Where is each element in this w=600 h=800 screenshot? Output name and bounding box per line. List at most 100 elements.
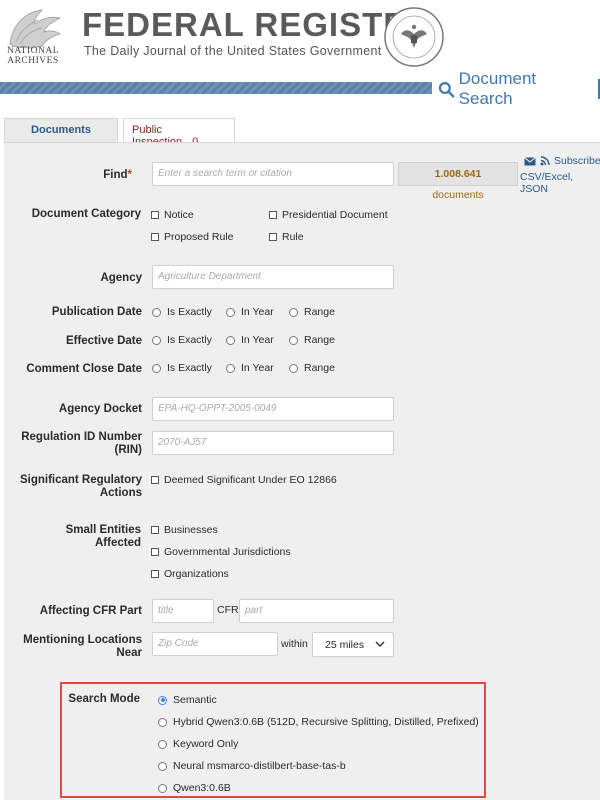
checkbox[interactable]: [151, 233, 159, 241]
comment-close-date-label: Comment Close Date: [26, 363, 142, 375]
comment-close-in-year-radio[interactable]: In Year: [226, 362, 274, 374]
effective-date-in-year-radio[interactable]: In Year: [226, 334, 274, 346]
option-label: Businesses: [164, 524, 218, 536]
checkbox[interactable]: [151, 476, 159, 484]
archives-line-1: NATIONAL: [6, 46, 60, 56]
checkbox[interactable]: [151, 211, 159, 219]
publication-date-is-exactly-radio[interactable]: Is Exactly: [152, 306, 212, 318]
radio[interactable]: [226, 307, 235, 317]
find-label: Find*: [40, 169, 132, 182]
publication-date-range-radio[interactable]: Range: [289, 306, 335, 318]
rss-icon: [540, 156, 550, 166]
federal-register-seal-icon: [384, 7, 444, 67]
option-label: Is Exactly: [167, 362, 212, 374]
document-category-label: Document Category: [31, 208, 141, 220]
archives-line-2: ARCHIVES: [7, 56, 59, 66]
option-label: Notice: [164, 209, 194, 221]
significant-label-line-2: Actions: [99, 487, 142, 499]
comment-close-range-radio[interactable]: Range: [289, 362, 335, 374]
result-count-unit: documents: [432, 189, 484, 201]
publication-date-in-year-radio[interactable]: In Year: [226, 306, 274, 318]
option-label: Proposed Rule: [164, 231, 234, 243]
distance-select[interactable]: 25 miles: [312, 632, 394, 657]
search-mode-semantic-radio[interactable]: Semantic: [158, 694, 217, 706]
radio[interactable]: [152, 307, 161, 317]
small-entities-organizations-checkbox[interactable]: Organizations: [151, 568, 229, 580]
search-mode-label: Search Mode: [68, 693, 140, 705]
option-label: Rule: [282, 231, 304, 243]
required-asterisk: *: [127, 169, 132, 181]
cfr-title-input[interactable]: title: [152, 599, 214, 623]
radio-selected[interactable]: [158, 695, 167, 705]
radio[interactable]: [158, 761, 167, 771]
category-rule-checkbox[interactable]: Rule: [269, 231, 304, 243]
radio[interactable]: [152, 335, 161, 345]
radio[interactable]: [226, 335, 235, 345]
option-label: Qwen3:0.6B: [173, 782, 231, 794]
zip-code-input[interactable]: Zip Code: [152, 632, 278, 656]
agency-docket-input[interactable]: EPA-HQ-OPPT-2005-0049: [152, 397, 394, 421]
site-title[interactable]: FEDERAL REGISTER: [82, 6, 431, 44]
radio[interactable]: [289, 307, 298, 317]
radio[interactable]: [289, 335, 298, 345]
category-notice-checkbox[interactable]: Notice: [151, 209, 194, 221]
effective-date-is-exactly-radio[interactable]: Is Exactly: [152, 334, 212, 346]
search-mode-qwen-radio[interactable]: Qwen3:0.6B: [158, 782, 231, 794]
radio[interactable]: [226, 363, 235, 373]
search-icon: [438, 81, 455, 98]
radio[interactable]: [158, 739, 167, 749]
radio[interactable]: [158, 783, 167, 793]
agency-docket-label: Agency Docket: [58, 403, 142, 415]
comment-close-is-exactly-radio[interactable]: Is Exactly: [152, 362, 212, 374]
significant-eo12866-checkbox[interactable]: Deemed Significant Under EO 12866: [151, 474, 337, 486]
small-entities-businesses-checkbox[interactable]: Businesses: [151, 524, 218, 536]
subscribe-label: Subscribe: [554, 155, 600, 167]
rin-label-line-2: (RIN): [114, 444, 142, 456]
small-entities-label: Small Entities Affected: [20, 524, 141, 550]
find-search-input[interactable]: Enter a search term or citation: [152, 162, 394, 186]
radio[interactable]: [158, 717, 167, 727]
agency-input[interactable]: Agriculture Department: [152, 265, 394, 289]
document-search-link[interactable]: Document Search: [438, 69, 600, 108]
email-icon: [524, 156, 536, 165]
search-mode-neural-radio[interactable]: Neural msmarco-distilbert-base-tas-b: [158, 760, 346, 772]
small-entities-governmental-checkbox[interactable]: Governmental Jurisdictions: [151, 546, 291, 558]
rin-label: Regulation ID Number (RIN): [10, 431, 142, 457]
checkbox[interactable]: [151, 526, 159, 534]
cfr-label: CFR: [217, 604, 239, 616]
category-proposed-rule-checkbox[interactable]: Proposed Rule: [151, 231, 233, 243]
subscribe-link[interactable]: Subscribe: [524, 155, 600, 167]
publication-date-label: Publication Date: [51, 306, 142, 318]
checkbox[interactable]: [269, 233, 277, 241]
cfr-part-input[interactable]: part: [239, 599, 394, 623]
category-presidential-checkbox[interactable]: Presidential Document: [269, 209, 388, 221]
affecting-cfr-part-label: Affecting CFR Part: [39, 605, 142, 617]
locations-label-line-1: Mentioning Locations: [23, 634, 142, 646]
option-label: Range: [304, 306, 335, 318]
option-label: Governmental Jurisdictions: [164, 546, 291, 558]
export-formats-link[interactable]: CSV/Excel, JSON: [520, 171, 600, 195]
within-label: within: [281, 638, 308, 650]
option-label: In Year: [241, 334, 274, 346]
option-label: Presidential Document: [282, 209, 388, 221]
checkbox[interactable]: [151, 548, 159, 556]
site-subtitle: The Daily Journal of the United States G…: [84, 44, 382, 58]
tab-documents[interactable]: Documents: [4, 118, 118, 142]
checkbox[interactable]: [151, 570, 159, 578]
tab-public-inspection[interactable]: Public Inspection0: [123, 118, 235, 148]
search-tabs: Documents Public Inspection0: [4, 118, 235, 148]
rin-input[interactable]: 2070-AJ57: [152, 431, 394, 455]
small-entities-line-1: Small Entities: [65, 524, 141, 536]
document-search-label: Document Search: [458, 69, 537, 108]
option-label: In Year: [241, 306, 274, 318]
small-entities-line-2: Affected: [94, 537, 141, 549]
effective-date-range-radio[interactable]: Range: [289, 334, 335, 346]
radio[interactable]: [152, 363, 161, 373]
checkbox[interactable]: [269, 211, 277, 219]
radio[interactable]: [289, 363, 298, 373]
chevron-down-icon: [375, 641, 385, 648]
find-label-text: Find: [103, 169, 128, 181]
search-mode-keyword-radio[interactable]: Keyword Only: [158, 738, 238, 750]
mentioning-locations-label: Mentioning Locations Near: [10, 634, 142, 660]
search-mode-hybrid-radio[interactable]: Hybrid Qwen3:0.6B (512D, Recursive Split…: [158, 716, 479, 728]
